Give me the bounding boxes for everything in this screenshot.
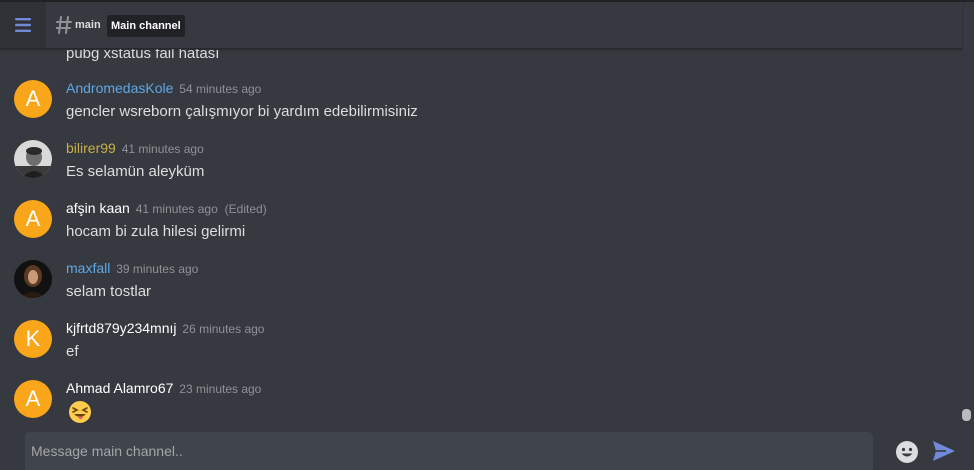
hash-icon: [56, 16, 72, 34]
avatar[interactable]: A: [14, 200, 52, 238]
author-name[interactable]: maxfall: [66, 260, 110, 276]
message-composer: [25, 432, 873, 470]
message-meta: kjfrtd879y234mnıj 26 minutes ago: [66, 320, 264, 336]
timestamp: 23 minutes ago: [179, 382, 262, 396]
avatar[interactable]: [14, 140, 52, 178]
message-item: K kjfrtd879y234mnıj 26 minutes ago ef: [0, 320, 950, 380]
avatar[interactable]: [14, 260, 52, 298]
hamburger-menu-icon: [15, 18, 31, 32]
message-item: A AndromedasKole 54 minutes ago gencler …: [0, 80, 950, 140]
timestamp: 26 minutes ago: [182, 322, 265, 336]
author-name[interactable]: afşin kaan: [66, 200, 130, 216]
timestamp: 39 minutes ago: [116, 262, 199, 276]
message-meta: afşin kaan 41 minutes ago (Edited): [66, 200, 267, 216]
author-name[interactable]: bilirer99: [66, 140, 116, 156]
message-item: A afşin kaan 41 minutes ago (Edited) hoc…: [0, 200, 950, 260]
timestamp: 41 minutes ago: [121, 142, 204, 156]
message-list[interactable]: pubg xstatus fail hatası A AndromedasKol…: [0, 0, 962, 430]
send-arrow-icon[interactable]: [932, 440, 956, 462]
avatar[interactable]: A: [14, 80, 52, 118]
smiley-icon[interactable]: [895, 440, 919, 464]
squinting-face-with-tongue-emoji: [69, 401, 91, 423]
message-input[interactable]: [25, 432, 871, 470]
message-meta: bilirer99 41 minutes ago: [66, 140, 204, 156]
message-meta: Ahmad Alamro67 23 minutes ago: [66, 380, 261, 396]
message-meta: maxfall 39 minutes ago: [66, 260, 198, 276]
message-text: gencler wsreborn çalışmıyor bi yardım ed…: [66, 103, 418, 120]
channel-header: main Main channel: [0, 2, 962, 49]
message-text: hocam bi zula hilesi gelirmi: [66, 223, 246, 240]
message-item: A Ahmad Alamro67 23 minutes ago: [0, 380, 950, 430]
hamburger-menu-button[interactable]: [0, 2, 46, 48]
author-name[interactable]: Ahmad Alamro67: [66, 380, 173, 396]
message-item: maxfall 39 minutes ago selam tostlar: [0, 260, 950, 320]
message-text: selam tostlar: [66, 283, 152, 300]
edited-label: (Edited): [224, 202, 267, 216]
message-meta: AndromedasKole 54 minutes ago: [66, 80, 261, 96]
channel-name: main: [75, 19, 101, 31]
author-name[interactable]: kjfrtd879y234mnıj: [66, 320, 177, 336]
message-text: Es selamün aleyküm: [66, 163, 205, 180]
channel-topic: Main channel: [107, 15, 185, 37]
scrollbar-thumb[interactable]: [962, 409, 971, 421]
message-item: bilirer99 41 minutes ago Es selamün aley…: [0, 140, 950, 200]
avatar[interactable]: A: [14, 380, 52, 418]
avatar[interactable]: K: [14, 320, 52, 358]
timestamp: 41 minutes ago: [135, 202, 218, 216]
message-text: ef: [66, 343, 79, 360]
author-name[interactable]: AndromedasKole: [66, 80, 173, 96]
timestamp: 54 minutes ago: [179, 82, 262, 96]
